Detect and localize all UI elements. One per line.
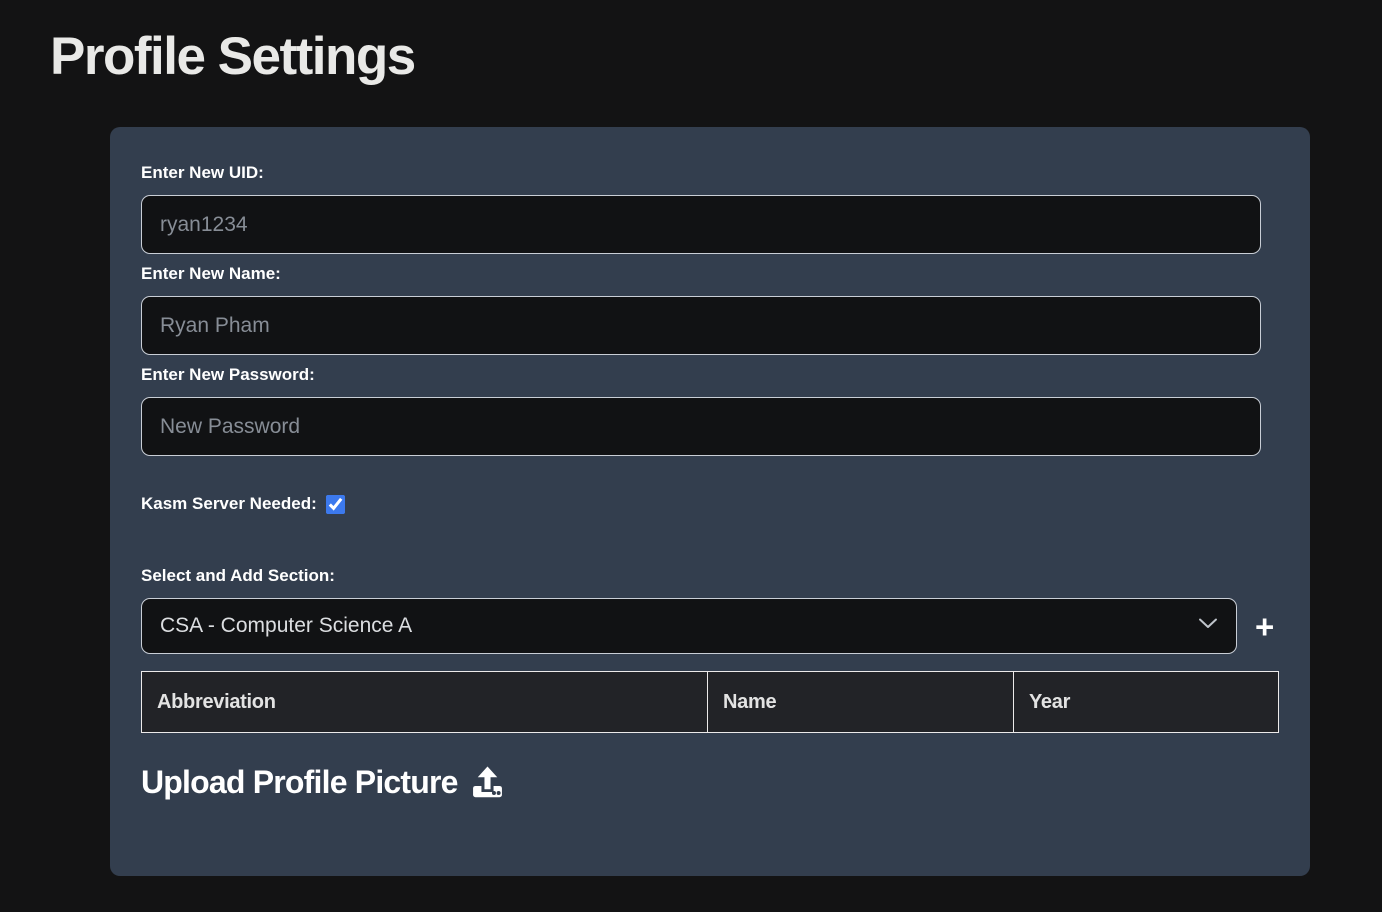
upload-profile-picture-label: Upload Profile Picture (141, 764, 458, 801)
add-section-button[interactable]: + (1255, 610, 1274, 643)
kasm-server-row: Kasm Server Needed: (141, 494, 1279, 514)
section-select-row: CSA - Computer Science A + (141, 598, 1279, 654)
uid-label: Enter New UID: (141, 163, 1279, 183)
name-input[interactable] (141, 296, 1261, 355)
section-select-value: CSA - Computer Science A (160, 614, 412, 638)
sections-table-header-row: Abbreviation Name Year (142, 672, 1279, 733)
column-header-year: Year (1014, 672, 1279, 733)
profile-settings-card: Enter New UID: Enter New Name: Enter New… (110, 127, 1310, 876)
sections-table: Abbreviation Name Year (141, 671, 1279, 733)
section-select[interactable]: CSA - Computer Science A (141, 598, 1237, 654)
uid-input[interactable] (141, 195, 1261, 254)
upload-profile-picture-button[interactable]: Upload Profile Picture (141, 764, 504, 801)
page-title: Profile Settings (50, 26, 1382, 87)
upload-icon (471, 766, 504, 799)
password-label: Enter New Password: (141, 365, 1279, 385)
name-label: Enter New Name: (141, 264, 1279, 284)
password-input[interactable] (141, 397, 1261, 456)
chevron-down-icon (1196, 611, 1220, 641)
column-header-name: Name (708, 672, 1014, 733)
kasm-server-label: Kasm Server Needed: (141, 494, 317, 514)
kasm-server-checkbox[interactable] (326, 495, 345, 514)
section-label: Select and Add Section: (141, 566, 1279, 586)
column-header-abbreviation: Abbreviation (142, 672, 708, 733)
